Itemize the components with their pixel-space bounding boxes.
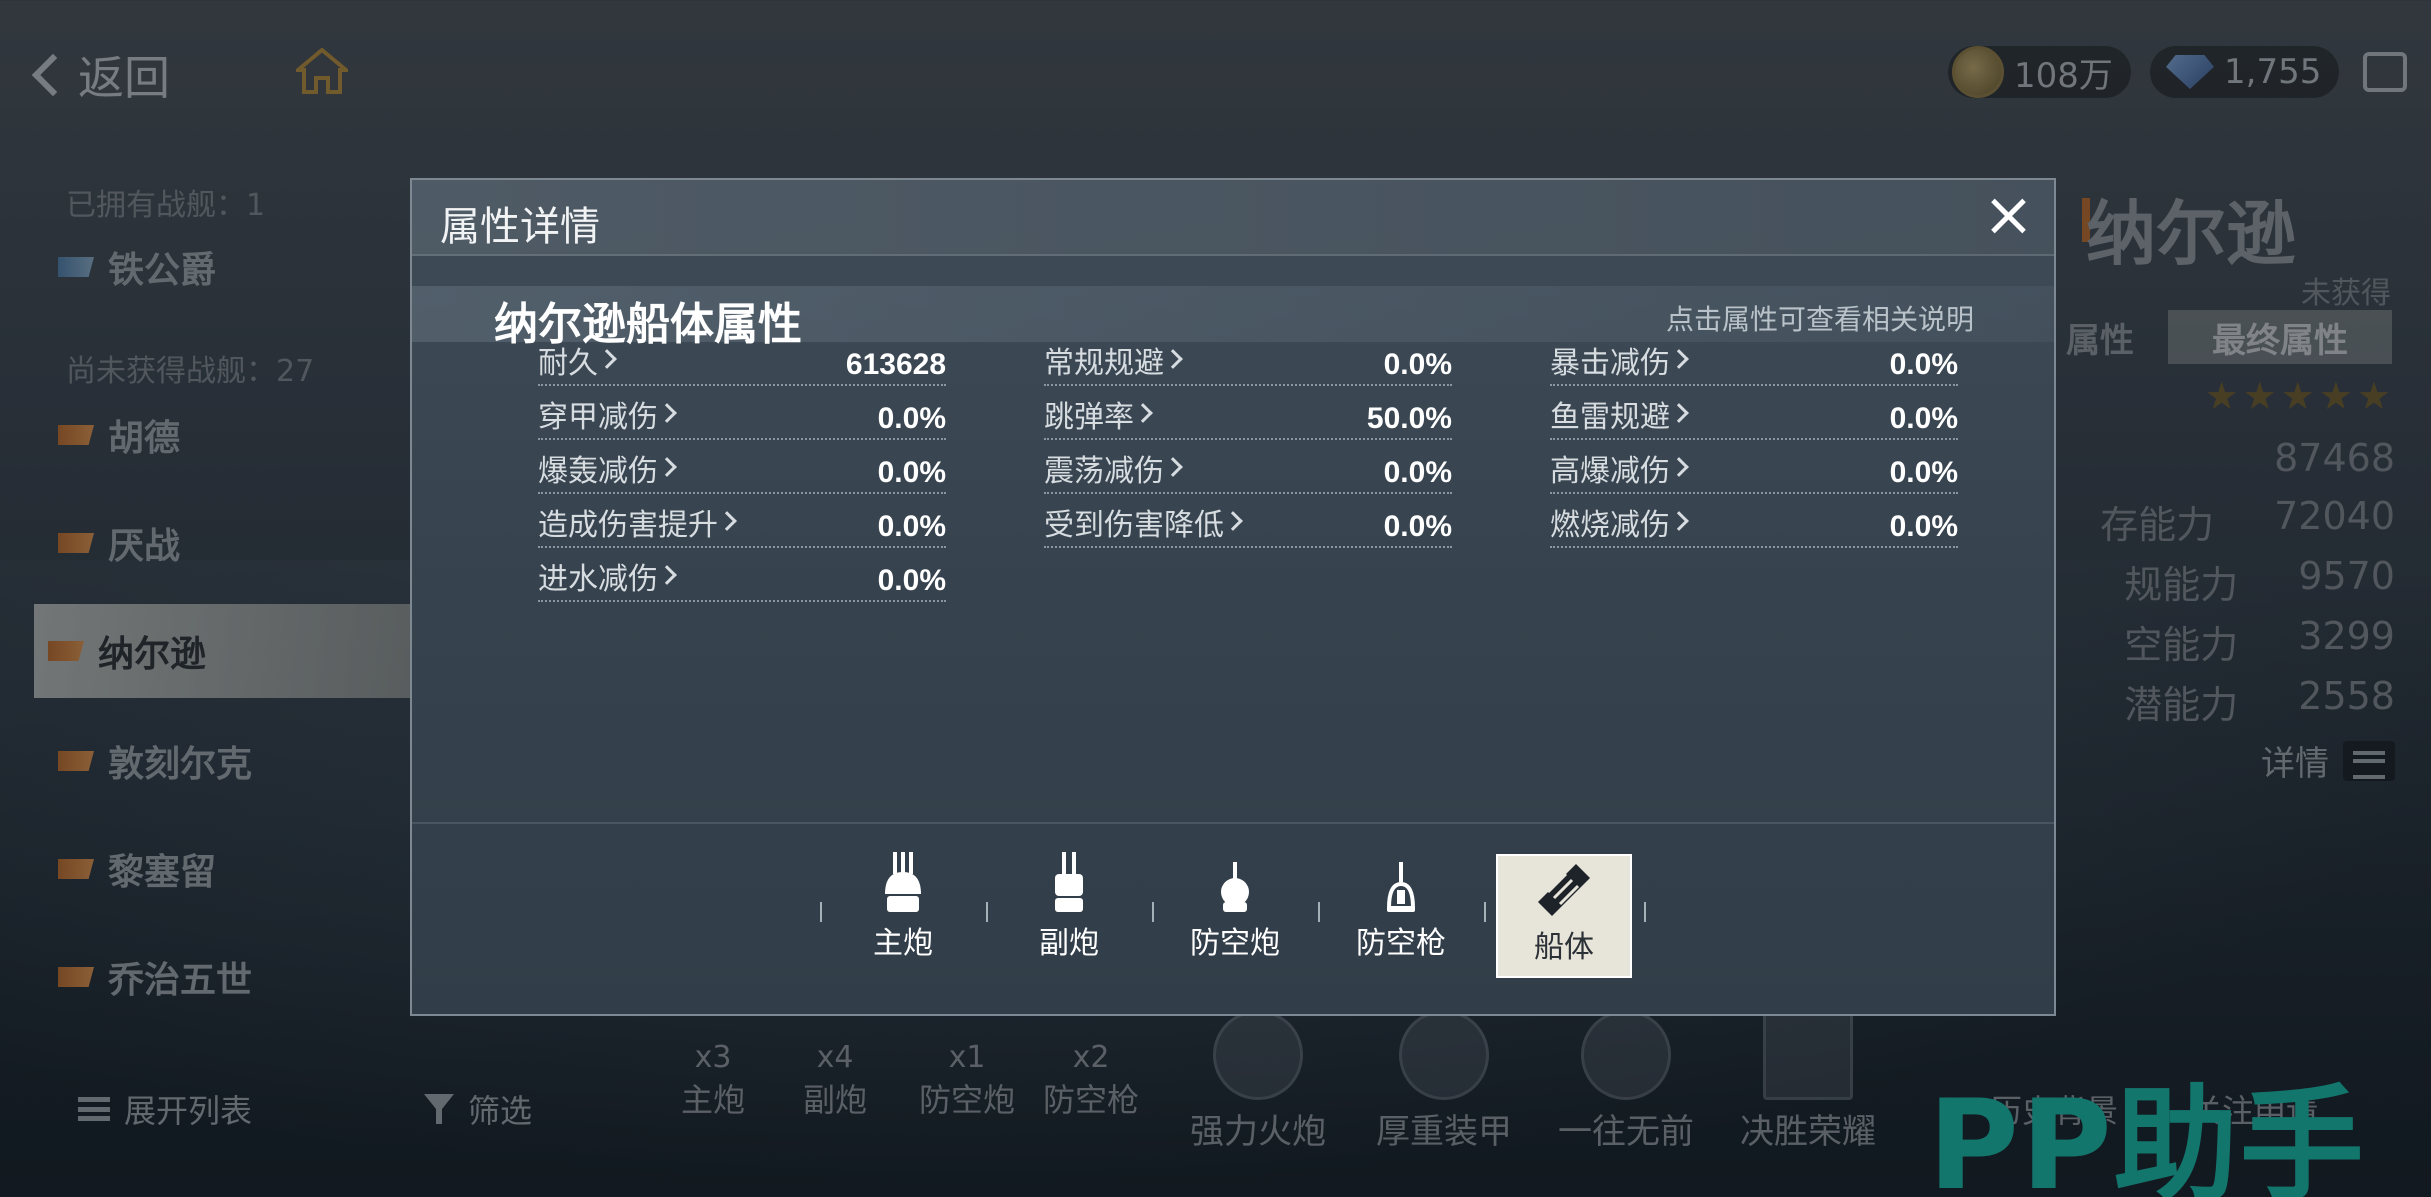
tab-label: 防空枪 [1356,926,1446,961]
attr-value: 0.0% [1383,510,1452,543]
chevron-right-icon [1163,457,1183,477]
attr-name-wrap: 跳弹率 [1044,392,1153,436]
attr-value: 0.0% [877,510,946,543]
tab-aa-cannon[interactable]: 防空炮 [1170,852,1300,972]
attr-name: 进水减伤 [538,562,658,597]
tab-label: 副炮 [1039,926,1099,961]
attr-name-wrap: 燃烧减伤 [1550,500,1689,544]
attr-burn-reduction[interactable]: 燃烧减伤 0.0% [1550,502,1958,548]
attr-damage-taken-reduction[interactable]: 受到伤害降低 0.0% [1044,502,1452,548]
chevron-right-icon [1669,511,1689,531]
secondary-gun-icon [1051,852,1087,914]
tab-separator [1152,902,1154,922]
attr-name: 受到伤害降低 [1044,508,1224,543]
attr-name-wrap: 震荡减伤 [1044,446,1183,490]
dialog-header [412,180,2054,256]
aa-cannon-icon [1217,862,1253,914]
tab-hull[interactable]: 船体 [1496,854,1632,978]
chevron-right-icon [1223,511,1243,531]
attr-name: 常规规避 [1044,346,1164,381]
attr-ap-reduction[interactable]: 穿甲减伤 0.0% [538,394,946,440]
attr-name-wrap: 鱼雷规避 [1550,392,1689,436]
attribute-details-dialog: 属性详情 纳尔逊船体属性 点击属性可查看相关说明 耐久 613628 穿甲减伤 … [410,178,2056,1016]
tab-separator [1318,902,1320,922]
chevron-right-icon [1163,349,1183,369]
attr-name: 穿甲减伤 [538,400,658,435]
tab-label: 船体 [1534,930,1594,965]
hull-icon [1536,862,1592,918]
chevron-right-icon [597,349,617,369]
chevron-right-icon [657,457,677,477]
chevron-right-icon [1133,403,1153,423]
attr-value: 0.0% [1889,402,1958,435]
attr-value: 613628 [845,348,946,381]
tab-aa-gun[interactable]: 防空枪 [1336,852,1466,972]
attr-value: 0.0% [1383,456,1452,489]
chevron-right-icon [657,403,677,423]
tab-separator [1484,902,1486,922]
dialog-title: 属性详情 [440,204,600,250]
tab-label: 主炮 [873,926,933,961]
attr-name-wrap: 爆轰减伤 [538,446,677,490]
attr-name: 跳弹率 [1044,400,1134,435]
attr-value: 50.0% [1366,402,1452,435]
tab-separator [820,902,822,922]
attr-value: 0.0% [877,564,946,597]
attr-name: 造成伤害提升 [538,508,718,543]
attr-value: 0.0% [1889,348,1958,381]
tab-secondary-gun[interactable]: 副炮 [1004,852,1134,972]
chevron-right-icon [1669,349,1689,369]
attr-name: 燃烧减伤 [1550,508,1670,543]
section-hint: 点击属性可查看相关说明 [1665,303,1974,336]
attr-detonation-reduction[interactable]: 爆轰减伤 0.0% [538,448,946,494]
attr-name-wrap: 耐久 [538,338,617,382]
attr-value: 0.0% [1383,348,1452,381]
attr-normal-evasion[interactable]: 常规规避 0.0% [1044,340,1452,386]
attr-name-wrap: 常规规避 [1044,338,1183,382]
tab-main-gun[interactable]: 主炮 [838,852,968,972]
attr-name-wrap: 进水减伤 [538,554,677,598]
aa-gun-icon [1383,862,1419,914]
attr-name-wrap: 造成伤害提升 [538,500,737,544]
attr-name-wrap: 暴击减伤 [1550,338,1689,382]
main-gun-icon [881,852,925,914]
chevron-right-icon [717,511,737,531]
attr-value: 0.0% [877,456,946,489]
chevron-right-icon [1669,403,1689,423]
attr-torpedo-evasion[interactable]: 鱼雷规避 0.0% [1550,394,1958,440]
attr-name: 暴击减伤 [1550,346,1670,381]
attr-name-wrap: 高爆减伤 [1550,446,1689,490]
attr-name-wrap: 受到伤害降低 [1044,500,1243,544]
tab-separator [986,902,988,922]
attr-value: 0.0% [877,402,946,435]
attr-name: 震荡减伤 [1044,454,1164,489]
attr-he-reduction[interactable]: 高爆减伤 0.0% [1550,448,1958,494]
attr-shock-reduction[interactable]: 震荡减伤 0.0% [1044,448,1452,494]
attr-name: 鱼雷规避 [1550,400,1670,435]
attr-value: 0.0% [1889,510,1958,543]
chevron-right-icon [657,565,677,585]
attr-damage-boost[interactable]: 造成伤害提升 0.0% [538,502,946,548]
attr-ricochet-rate[interactable]: 跳弹率 50.0% [1044,394,1452,440]
tab-label: 防空炮 [1190,926,1280,961]
chevron-right-icon [1669,457,1689,477]
tab-separator [1644,902,1646,922]
attr-durability[interactable]: 耐久 613628 [538,340,946,386]
attr-flooding-reduction[interactable]: 进水减伤 0.0% [538,556,946,602]
attr-name: 耐久 [538,346,598,381]
attr-name: 高爆减伤 [1550,454,1670,489]
attr-name-wrap: 穿甲减伤 [538,392,677,436]
attr-crit-reduction[interactable]: 暴击减伤 0.0% [1550,340,1958,386]
attr-value: 0.0% [1889,456,1958,489]
attr-name: 爆轰减伤 [538,454,658,489]
close-button[interactable] [1984,192,2032,240]
